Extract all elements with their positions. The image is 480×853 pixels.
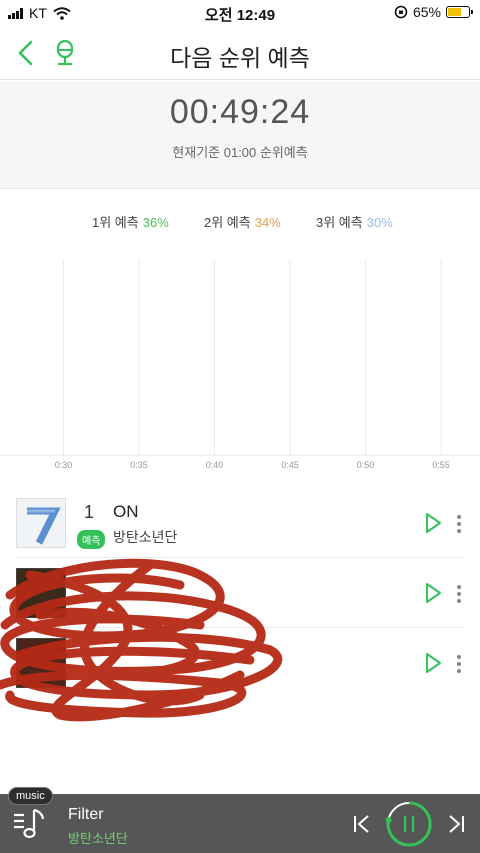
legend-percent: 30% — [366, 215, 393, 230]
orientation-lock-icon — [394, 5, 408, 19]
music-tag: music — [8, 787, 53, 805]
legend-label: 1위 예측 — [92, 215, 139, 230]
song-title: ON — [113, 502, 139, 521]
x-tick-label: 0:50 — [357, 460, 375, 470]
player-artist: 방탄소년단 — [68, 831, 128, 846]
legend-item-rank2: 2위 예측 34% — [204, 212, 281, 231]
next-icon[interactable] — [446, 814, 466, 834]
pause-button[interactable] — [386, 801, 432, 847]
page-title: 다음 순위 예측 — [170, 45, 310, 71]
legend-percent: 34% — [254, 215, 281, 230]
more-icon[interactable] — [456, 654, 462, 674]
list-item[interactable]: 1 ON 예측 방탄소년단 — [16, 488, 464, 558]
redaction-scribble — [0, 558, 283, 722]
x-tick-label: 0:35 — [130, 460, 148, 470]
x-tick-label: 0:55 — [432, 460, 450, 470]
rank-prediction-chart: 0:30 0:35 0:40 0:45 0:50 0:55 — [0, 260, 480, 470]
legend-label: 2위 예측 — [204, 215, 251, 230]
mini-player[interactable]: Filter 방탄소년단 — [0, 794, 480, 853]
rank-number: 1 — [84, 502, 95, 522]
legend-label: 3위 예측 — [316, 215, 363, 230]
x-tick-label: 0:45 — [281, 460, 299, 470]
legend-item-rank3: 3위 예측 30% — [316, 212, 393, 231]
prediction-badge: 예측 — [77, 530, 106, 549]
album-art — [16, 498, 66, 548]
x-tick-label: 0:40 — [206, 460, 224, 470]
status-bar: KT 오전 12:49 65% — [0, 0, 480, 26]
legend-item-rank1: 1위 예측 36% — [92, 212, 169, 231]
countdown-subtitle: 현재기준 01:00 순위예측 — [172, 145, 308, 160]
more-icon[interactable] — [456, 514, 462, 534]
countdown-timer: 00:49:24 — [169, 93, 311, 131]
player-title: Filter — [68, 806, 104, 823]
more-icon[interactable] — [456, 584, 462, 604]
previous-icon[interactable] — [352, 814, 372, 834]
artist-name: 방탄소년단 — [113, 529, 178, 545]
play-icon[interactable] — [424, 512, 442, 534]
battery-percent: 65% — [412, 4, 441, 20]
play-icon[interactable] — [424, 652, 442, 674]
legend-percent: 36% — [142, 215, 169, 230]
countdown-panel: 00:49:24 현재기준 01:00 순위예측 — [0, 81, 480, 189]
play-icon[interactable] — [424, 582, 442, 604]
playlist-icon[interactable] — [12, 806, 48, 842]
x-tick-label: 0:30 — [55, 460, 73, 470]
battery-icon — [446, 6, 473, 18]
nav-bar: 다음 순위 예측 — [0, 26, 480, 80]
